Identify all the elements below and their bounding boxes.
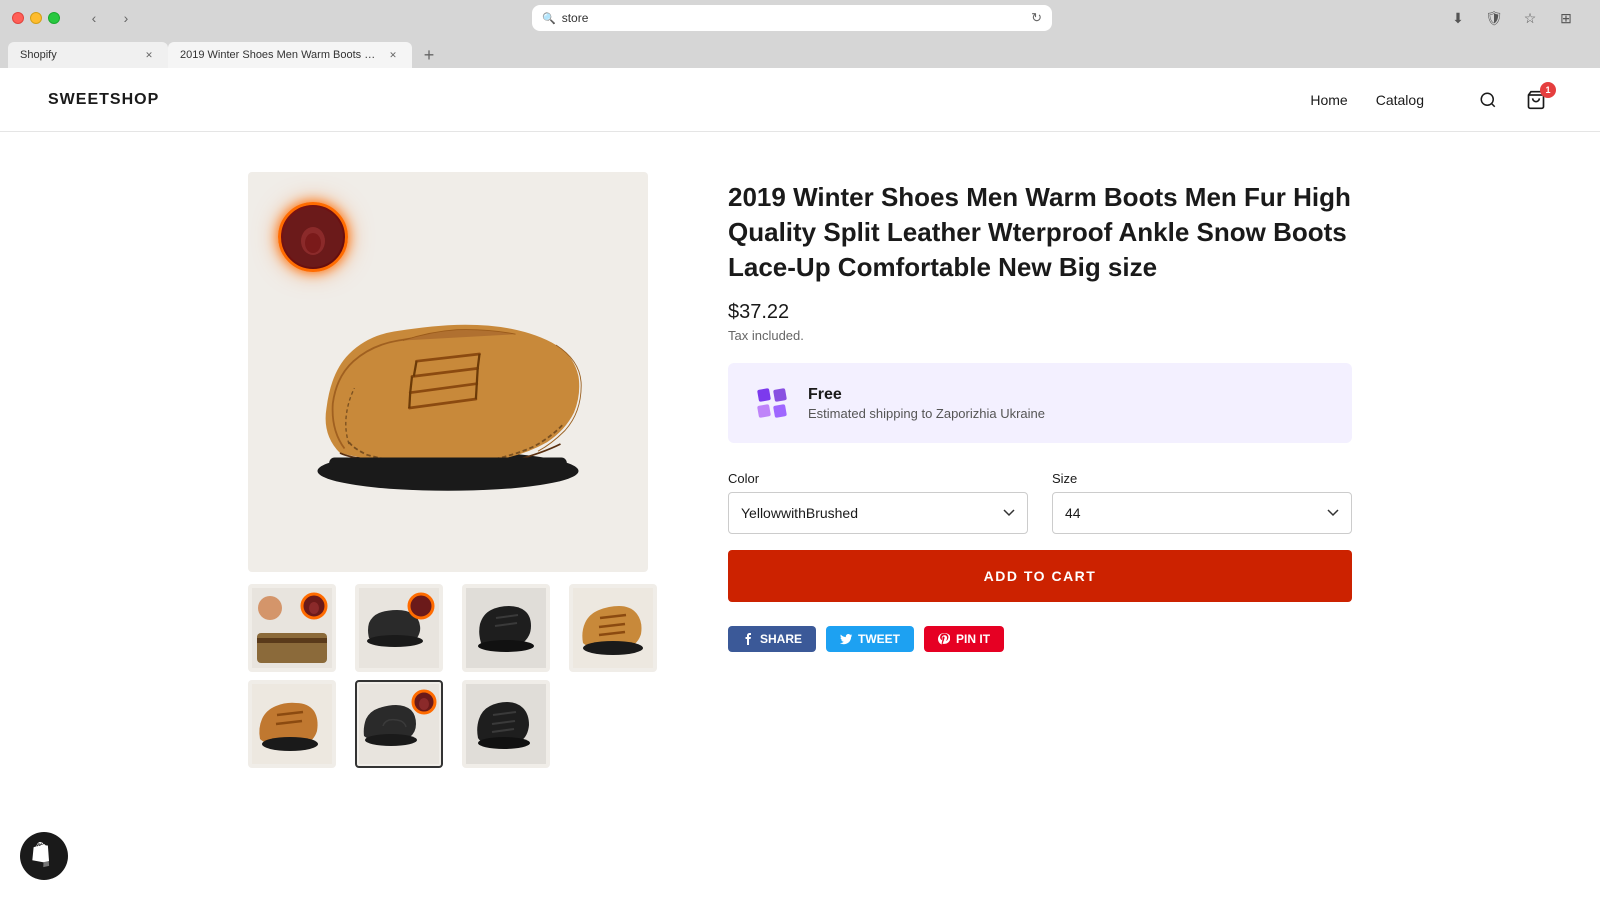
main-product-image (248, 172, 648, 572)
thumbnail-1[interactable] (248, 584, 336, 672)
forward-button[interactable]: › (112, 4, 140, 32)
search-icon (1479, 91, 1497, 109)
thumbnail-5[interactable] (248, 680, 336, 768)
back-button[interactable]: ‹ (80, 4, 108, 32)
product-options: Color YellowwithBrushed BlackwithBrushed… (728, 471, 1352, 534)
shopify-badge[interactable] (20, 832, 68, 880)
star-extension[interactable]: ☆ (1516, 4, 1544, 32)
cart-badge: 1 (1540, 82, 1556, 98)
thumbnail-3[interactable] (462, 584, 550, 672)
thumbnail-4[interactable] (569, 584, 657, 672)
tab-sweetshop-label: 2019 Winter Shoes Men Warm Boots Men Fur… (180, 49, 380, 61)
close-button[interactable] (12, 12, 24, 24)
facebook-icon (742, 633, 754, 645)
shield-extension[interactable]: 🛡 (1480, 4, 1508, 32)
thumbnail-8 (569, 680, 657, 768)
tab-shopify-label: Shopify (20, 49, 57, 61)
product-details: 2019 Winter Shoes Men Warm Boots Men Fur… (728, 172, 1352, 768)
product-images (248, 172, 668, 768)
pinterest-icon (938, 633, 950, 645)
site-nav: Home Catalog (1310, 92, 1424, 108)
color-select[interactable]: YellowwithBrushed BlackwithBrushed DarkB… (728, 492, 1028, 534)
address-search-icon: 🔍 (542, 12, 556, 25)
grid-extension[interactable]: ⊞ (1552, 4, 1580, 32)
tab-sweetshop[interactable]: 2019 Winter Shoes Men Warm Boots Men Fur… (168, 42, 412, 68)
address-bar[interactable]: 🔍 store ↻ (532, 5, 1052, 31)
product-price: $37.22 (728, 301, 1352, 324)
address-bar-text: store (562, 11, 589, 25)
product-thumbnails (248, 584, 668, 672)
new-tab-button[interactable]: + (416, 42, 442, 68)
add-to-cart-button[interactable]: ADD TO CART (728, 550, 1352, 602)
size-label: Size (1052, 471, 1352, 486)
tab-sweetshop-close[interactable]: ✕ (386, 48, 400, 62)
cart-button[interactable]: 1 (1520, 84, 1552, 116)
site-actions: 1 (1472, 84, 1552, 116)
pinterest-share-button[interactable]: PIN IT (924, 626, 1004, 652)
minimize-button[interactable] (30, 12, 42, 24)
facebook-share-button[interactable]: SHARE (728, 626, 816, 652)
nav-home[interactable]: Home (1310, 92, 1347, 108)
nav-catalog[interactable]: Catalog (1376, 92, 1424, 108)
shipping-banner: Free Estimated shipping to Zaporizhia Uk… (728, 363, 1352, 443)
product-thumbnails-row2 (248, 680, 668, 768)
facebook-share-label: SHARE (760, 632, 802, 646)
shipping-text: Free Estimated shipping to Zaporizhia Uk… (808, 386, 1045, 421)
tax-note: Tax included. (728, 328, 1352, 343)
search-button[interactable] (1472, 84, 1504, 116)
shipping-icon (752, 383, 792, 423)
size-select[interactable]: 38 39 40 41 42 43 44 45 46 (1052, 492, 1352, 534)
color-label: Color (728, 471, 1028, 486)
product-page: 2019 Winter Shoes Men Warm Boots Men Fur… (200, 132, 1400, 808)
fire-badge (278, 202, 348, 272)
thumbnail-2[interactable] (355, 584, 443, 672)
shipping-title: Free (808, 386, 1045, 404)
color-option-group: Color YellowwithBrushed BlackwithBrushed… (728, 471, 1028, 534)
twitter-share-label: TWEET (858, 632, 900, 646)
site-header: SWEETSHOP Home Catalog 1 (0, 68, 1600, 132)
tab-shopify[interactable]: Shopify ✕ (8, 42, 168, 68)
download-extension[interactable]: ⬇ (1444, 4, 1472, 32)
social-share: SHARE TWEET PIN IT (728, 626, 1352, 652)
thumbnail-7[interactable] (462, 680, 550, 768)
shipping-description: Estimated shipping to Zaporizhia Ukraine (808, 406, 1045, 421)
site-logo[interactable]: SWEETSHOP (48, 91, 1310, 109)
thumbnail-6[interactable] (355, 680, 443, 768)
product-title: 2019 Winter Shoes Men Warm Boots Men Fur… (728, 180, 1352, 285)
maximize-button[interactable] (48, 12, 60, 24)
shopify-icon (30, 842, 58, 870)
pinterest-share-label: PIN IT (956, 632, 990, 646)
twitter-icon (840, 633, 852, 645)
size-option-group: Size 38 39 40 41 42 43 44 45 46 (1052, 471, 1352, 534)
twitter-share-button[interactable]: TWEET (826, 626, 914, 652)
tab-shopify-close[interactable]: ✕ (142, 48, 156, 62)
reload-button[interactable]: ↻ (1031, 10, 1042, 26)
